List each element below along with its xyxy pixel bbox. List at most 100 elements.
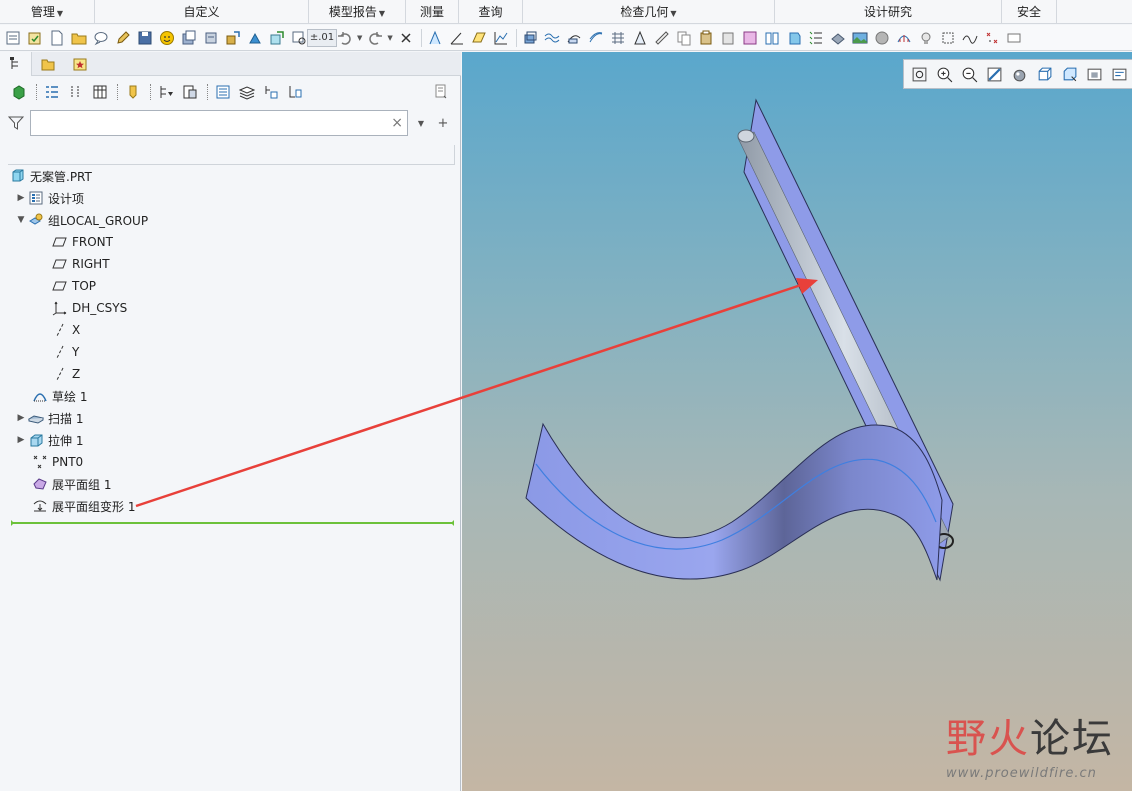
open-folder-icon[interactable] — [69, 28, 89, 48]
ribbon-group-check-geometry[interactable]: 检查几何 ▼ — [523, 0, 775, 24]
save-backup-icon[interactable] — [201, 28, 221, 48]
refit-icon[interactable] — [908, 63, 931, 85]
ribbon-group-manage[interactable]: 管理 ▼ — [0, 0, 95, 24]
tube-start-end[interactable] — [737, 129, 755, 143]
page-setup-icon[interactable] — [3, 28, 23, 48]
insert-here-indicator[interactable] — [11, 520, 454, 526]
tree-settings-icon[interactable] — [430, 81, 452, 103]
clear-icon[interactable]: × — [391, 115, 403, 131]
perspective-icon[interactable] — [1083, 63, 1106, 85]
smiley-icon[interactable] — [157, 28, 177, 48]
model-tree-icon[interactable] — [267, 28, 287, 48]
draft-icon[interactable] — [630, 28, 650, 48]
points-icon[interactable] — [982, 28, 1002, 48]
tree-item-root[interactable]: 无案管.PRT — [10, 165, 92, 187]
shade-icon[interactable] — [828, 28, 848, 48]
collapse-arrow-icon[interactable]: ▼ — [14, 215, 28, 225]
save-copy-icon[interactable] — [179, 28, 199, 48]
ribbon-group-inquire[interactable]: 查询 — [459, 0, 523, 24]
frame-icon[interactable] — [938, 28, 958, 48]
tree-item-front[interactable]: FRONT — [52, 231, 113, 253]
tree-item-design-items[interactable]: ▶ 设计项 — [14, 187, 84, 209]
tree-item-z-axis[interactable]: Z — [52, 363, 80, 385]
tree-item-flatten-quilt-deform[interactable]: 展平面组变形 1 — [32, 495, 135, 517]
tree-item-flatten-quilt[interactable]: 展平面组 1 — [32, 473, 111, 495]
highlight-icon[interactable] — [122, 81, 144, 103]
paste-icon[interactable] — [696, 28, 716, 48]
tab-folder-browser[interactable] — [32, 52, 64, 76]
graphics-window[interactable]: 野火论坛 www.proewildfire.cn — [462, 52, 1132, 791]
model-geometry[interactable] — [462, 52, 1132, 791]
clipboard-icon[interactable] — [718, 28, 738, 48]
surface-analysis-icon[interactable] — [894, 28, 914, 48]
color-icon[interactable] — [740, 28, 760, 48]
tree-item-right[interactable]: RIGHT — [52, 253, 110, 275]
curvature-icon[interactable] — [542, 28, 562, 48]
layers-icon[interactable] — [236, 81, 258, 103]
tree-collapse-icon[interactable] — [65, 81, 87, 103]
ribbon-group-measure[interactable]: 测量 — [406, 0, 459, 24]
relations-icon[interactable] — [260, 81, 282, 103]
light-icon[interactable] — [916, 28, 936, 48]
image-icon[interactable] — [850, 28, 870, 48]
tree-item-extrude[interactable]: ▶ 拉伸 1 — [14, 429, 84, 451]
tab-model-tree[interactable] — [0, 52, 32, 76]
references-icon[interactable] — [284, 81, 306, 103]
chevron-down-icon[interactable]: ▼ — [387, 34, 392, 42]
curve-icon[interactable] — [960, 28, 980, 48]
save-icon[interactable] — [135, 28, 155, 48]
display-style-icon[interactable] — [1008, 63, 1031, 85]
tree-item-top[interactable]: TOP — [52, 275, 96, 297]
tree-item-pnt0[interactable]: PNT0 — [32, 451, 83, 473]
undo-icon[interactable] — [335, 28, 355, 48]
section-icon[interactable] — [564, 28, 584, 48]
settings-tree-icon[interactable] — [179, 81, 201, 103]
tree-item-dh-csys[interactable]: DH_CSYS — [52, 297, 127, 319]
saved-orientations-icon[interactable] — [1033, 63, 1056, 85]
tree-columns-icon[interactable] — [89, 81, 111, 103]
check-in-icon[interactable] — [25, 28, 45, 48]
new-file-icon[interactable] — [47, 28, 67, 48]
tree-item-sweep[interactable]: ▶ 扫描 1 — [14, 407, 84, 429]
expand-arrow-icon[interactable]: ▶ — [14, 413, 28, 423]
ribbon-group-customize[interactable]: 自定义 — [95, 0, 309, 24]
expand-arrow-icon[interactable]: ▶ — [14, 193, 28, 203]
tab-favorites[interactable] — [64, 52, 96, 76]
redo-icon[interactable] — [365, 28, 385, 48]
book-icon[interactable] — [762, 28, 782, 48]
mass-properties-icon[interactable] — [520, 28, 540, 48]
details-icon[interactable] — [212, 81, 234, 103]
zoom-in-icon[interactable] — [933, 63, 956, 85]
edit-icon[interactable] — [113, 28, 133, 48]
tree-item-y-axis[interactable]: Y — [52, 341, 79, 363]
ruler-icon[interactable] — [652, 28, 672, 48]
render-icon[interactable] — [872, 28, 892, 48]
tree-expand-icon[interactable] — [41, 81, 63, 103]
model-display-icon[interactable] — [8, 81, 30, 103]
annotation-display-icon[interactable] — [1108, 63, 1131, 85]
swept-quilt[interactable] — [525, 422, 943, 581]
ribbon-group-design-study[interactable]: 设计研究 — [775, 0, 1002, 24]
add-filter-button[interactable]: + — [434, 114, 452, 132]
import-icon[interactable] — [245, 28, 265, 48]
deviation-icon[interactable] — [608, 28, 628, 48]
search-input[interactable] — [31, 111, 371, 135]
area-icon[interactable] — [469, 28, 489, 48]
graph-icon[interactable] — [491, 28, 511, 48]
view-manager-icon[interactable] — [1058, 63, 1081, 85]
precision-button[interactable]: ±.01 — [306, 28, 338, 48]
more-icon[interactable] — [1004, 28, 1024, 48]
list-icon[interactable] — [806, 28, 826, 48]
offset-icon[interactable] — [586, 28, 606, 48]
ribbon-group-model-report[interactable]: 模型报告 ▼ — [309, 0, 406, 24]
angle-icon[interactable] — [447, 28, 467, 48]
tree-item-x-axis[interactable]: X — [52, 319, 80, 341]
repaint-icon[interactable] — [983, 63, 1006, 85]
chevron-down-icon[interactable]: ▼ — [412, 114, 430, 132]
message-icon[interactable] — [91, 28, 111, 48]
tree-filter-icon[interactable] — [155, 81, 177, 103]
tree-item-sketch[interactable]: 草绘 1 — [32, 385, 87, 407]
solid-icon[interactable] — [784, 28, 804, 48]
ribbon-group-security[interactable]: 安全 — [1002, 0, 1057, 24]
chevron-down-icon[interactable]: ▼ — [357, 34, 362, 42]
